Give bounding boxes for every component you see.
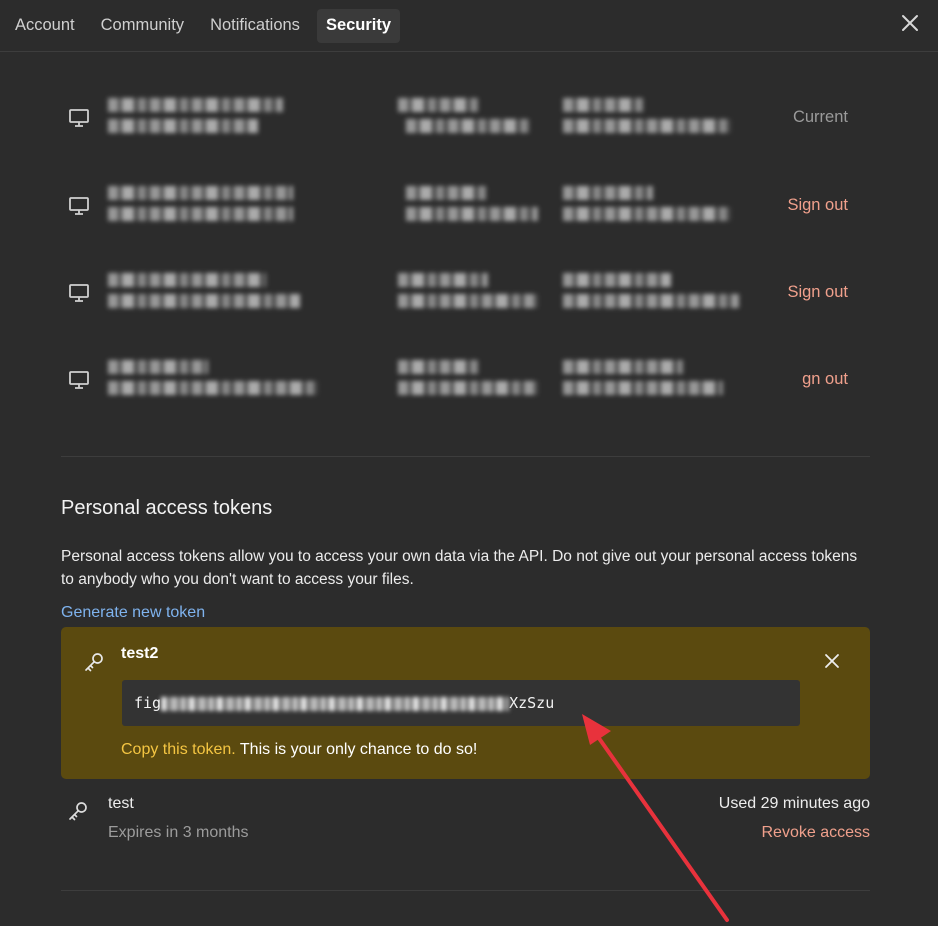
redacted-time — [563, 360, 683, 374]
redacted-location — [406, 186, 486, 200]
redacted-time — [563, 273, 671, 287]
redacted-device-detail — [108, 119, 258, 133]
token-last-used: Used 29 minutes ago — [718, 795, 870, 812]
session-row: Sign out — [0, 176, 938, 236]
sign-out-button[interactable]: Sign out — [787, 283, 848, 302]
tab-security[interactable]: Security — [316, 8, 401, 43]
key-icon — [85, 653, 103, 672]
redacted-location-detail — [406, 119, 530, 133]
session-status-current: Current — [792, 108, 848, 126]
token-value-field[interactable]: fig XzSzu — [122, 680, 800, 726]
monitor-icon — [69, 371, 89, 389]
redacted-location — [398, 273, 488, 287]
redacted-location-detail — [406, 207, 538, 221]
section-divider — [61, 456, 870, 457]
token-name: test — [108, 795, 134, 812]
tab-account[interactable]: Account — [6, 9, 84, 43]
redacted-time-detail — [563, 207, 731, 221]
tab-community[interactable]: Community — [92, 9, 193, 43]
redacted-device-name — [108, 273, 266, 287]
token-expiry: Expires in 3 months — [108, 824, 249, 841]
new-token-name: test2 — [121, 645, 159, 662]
monitor-icon — [69, 284, 89, 302]
copy-token-rest: This is your only chance to do so! — [235, 741, 478, 758]
token-prefix: fig — [134, 694, 162, 712]
monitor-icon — [69, 197, 89, 215]
redacted-location-detail — [398, 381, 538, 395]
section-divider — [61, 890, 870, 891]
redacted-device-detail — [108, 381, 318, 395]
redacted-device-name — [108, 98, 283, 112]
redacted-device-name — [108, 360, 208, 374]
copy-token-highlight: Copy this token. — [121, 741, 236, 758]
redacted-device-name — [108, 186, 293, 200]
sign-out-button[interactable]: Sign out — [787, 196, 848, 215]
section-title: Personal access tokens — [61, 497, 273, 519]
close-icon[interactable] — [824, 653, 840, 669]
redacted-time — [563, 186, 653, 200]
redacted-time-detail — [563, 294, 739, 308]
section-description: Personal access tokens allow you to acce… — [61, 548, 858, 588]
token-row: test Expires in 3 months Used 29 minutes… — [61, 791, 870, 851]
sign-out-button[interactable]: gn out — [802, 370, 848, 389]
redacted-time-detail — [563, 119, 731, 133]
redacted-device-detail — [108, 207, 293, 221]
generate-new-token-link[interactable]: Generate new token — [61, 604, 205, 622]
redacted-location — [398, 360, 478, 374]
redacted-time-detail — [563, 381, 723, 395]
redacted-time — [563, 98, 643, 112]
settings-tab-bar: Account Community Notifications Security — [0, 0, 938, 52]
redacted-device-detail — [108, 294, 300, 308]
key-icon — [69, 802, 87, 821]
monitor-icon — [69, 109, 89, 127]
tab-notifications[interactable]: Notifications — [201, 9, 309, 43]
session-row: Sign out — [0, 263, 938, 323]
new-token-panel: test2 fig XzSzu Copy this token. This is … — [61, 627, 870, 779]
copy-token-warning: Copy this token. This is your only chanc… — [121, 741, 477, 759]
token-suffix: XzSzu — [509, 694, 555, 712]
revoke-access-button[interactable]: Revoke access — [762, 824, 871, 842]
session-row: gn out — [0, 350, 938, 410]
redacted-token-middle — [161, 696, 510, 711]
redacted-location — [398, 98, 478, 112]
close-icon[interactable] — [900, 13, 920, 33]
session-row: Current — [0, 88, 938, 148]
redacted-location-detail — [398, 294, 538, 308]
